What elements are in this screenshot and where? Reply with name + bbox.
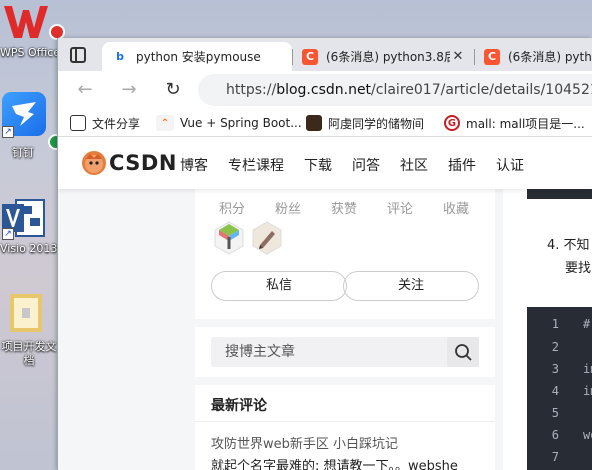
- bookmark-label: 文件分享: [92, 116, 141, 131]
- bookmarks-bar: 文件分享 ⌃ Vue + Spring Boot... 阿虔同学的储物间 G m…: [58, 109, 592, 137]
- tab-title: python 安装pymouse: [136, 50, 261, 64]
- close-icon[interactable]: ✕: [450, 49, 466, 64]
- bookmark-mall[interactable]: G mall: mall项目是一...: [444, 113, 585, 133]
- tab-csdn-1[interactable]: C (6条消息) python3.8后 ✕: [292, 42, 474, 71]
- dingtalk-label: 钉钉: [12, 146, 34, 159]
- line-number: 1: [551, 317, 559, 331]
- comment-text: 就起个名字最难的: 想请教一下。。webshe: [211, 459, 458, 470]
- line-number: 5: [551, 406, 559, 420]
- badge-pen-icon: [252, 221, 282, 255]
- bookmark-storage[interactable]: 阿虔同学的储物间: [306, 113, 424, 133]
- nav-community[interactable]: 社区: [400, 155, 428, 175]
- browser-window: b python 安装pymouse C (6条消息) python3.8后 ✕…: [57, 38, 592, 470]
- stat-fans: 粉丝: [275, 202, 302, 217]
- toolbar: ← → ↻ https://blog.csdn.net/claire017/ar…: [58, 71, 592, 109]
- stat-likes: 获赞: [331, 202, 358, 217]
- csdn-header: CSDN 博客 专栏课程 下载 问答 社区 插件 认证: [58, 137, 592, 189]
- url-path: /claire017/article/details/10452168: [371, 82, 592, 98]
- tab-title: (6条消息) pytho: [508, 50, 592, 64]
- code-line: #: [583, 317, 591, 331]
- avatar-icon: [306, 115, 322, 131]
- article-step-text: 4. 不知: [547, 238, 590, 253]
- recent-comments-card: 最新评论 攻防世界web新手区 小白踩坑记 就起个名字最难的: 想请教一下。。w…: [195, 385, 495, 470]
- code-line: im: [583, 384, 592, 398]
- wps-office-icon[interactable]: [2, 2, 48, 42]
- bookmark-vue-spring[interactable]: ⌃ Vue + Spring Boot...: [156, 113, 302, 133]
- project-docs-label: 项目开发文档: [1, 340, 57, 367]
- url-host: blog.csdn.net: [276, 82, 372, 98]
- stat-favorites: 收藏: [443, 202, 470, 217]
- bookmark-label: 阿虔同学的储物间: [328, 116, 425, 131]
- bookmark-label: mall: mall项目是一...: [466, 116, 585, 131]
- divider: [195, 421, 495, 422]
- code-block-end: [527, 189, 592, 199]
- nav-plugins[interactable]: 插件: [448, 155, 476, 175]
- tab-strip: b python 安装pymouse C (6条消息) python3.8后 ✕…: [58, 38, 592, 71]
- url-scheme: https://: [226, 82, 277, 98]
- nav-certification[interactable]: 认证: [496, 155, 524, 175]
- shortcut-arrow-icon: ↗: [2, 228, 14, 240]
- bookmark-file-share[interactable]: 文件分享: [70, 113, 140, 133]
- csdn-favicon-icon: C: [484, 48, 500, 65]
- gitee-icon: G: [444, 115, 460, 131]
- line-number: 4: [551, 384, 559, 398]
- search-card: [195, 327, 495, 377]
- search-icon: [455, 344, 472, 361]
- sidebar: 积分 粉丝 获赞 评论 收藏 私信 关注 搜博主文章 最新评论 攻防世界web新…: [195, 189, 495, 470]
- file-icon: [70, 115, 86, 131]
- message-button[interactable]: 私信: [211, 271, 347, 301]
- code-block: 1 # 2 3 im 4 im 5 6 wo 7: [527, 307, 592, 470]
- tab-csdn-2[interactable]: C (6条消息) pytho: [474, 42, 592, 71]
- follow-button[interactable]: 关注: [343, 271, 479, 301]
- address-bar[interactable]: https://blog.csdn.net/claire017/article/…: [198, 74, 592, 106]
- bing-icon: b: [116, 50, 124, 63]
- line-number: 7: [551, 450, 559, 464]
- stat-comments: 评论: [387, 202, 414, 217]
- badge-level-icon: [214, 221, 244, 255]
- search-button[interactable]: [447, 337, 479, 367]
- search-box: [211, 337, 479, 367]
- search-input[interactable]: [211, 337, 447, 367]
- csdn-logo-text: CSDN: [109, 151, 177, 175]
- article-step-text-cont: 要找: [565, 261, 592, 276]
- stat-points: 积分: [219, 202, 246, 217]
- csdn-favicon-icon: C: [302, 48, 318, 65]
- line-number: 2: [551, 340, 559, 354]
- code-line: im: [583, 362, 592, 376]
- line-number: 3: [551, 362, 559, 376]
- tab-title: (6条消息) python3.8后: [326, 50, 450, 64]
- forward-arrow-icon[interactable]: →: [118, 79, 140, 101]
- tab-pymouse[interactable]: b python 安装pymouse: [102, 42, 292, 71]
- code-line: wo: [583, 428, 592, 442]
- csdn-mascot-icon: [82, 151, 106, 175]
- bookmark-label: Vue + Spring Boot...: [180, 116, 302, 130]
- folder-icon[interactable]: [8, 292, 44, 334]
- shortcut-arrow-icon: ↗: [2, 126, 14, 138]
- nav-download[interactable]: 下载: [304, 155, 332, 175]
- comment-article-link[interactable]: 攻防世界web新手区 小白踩坑记: [211, 433, 398, 452]
- nav-courses[interactable]: 专栏课程: [228, 155, 284, 175]
- tab-actions-icon[interactable]: [70, 47, 86, 63]
- recent-comments-title: 最新评论: [211, 398, 267, 414]
- orange-logo-icon: ⌃: [156, 115, 174, 131]
- nav-blog[interactable]: 博客: [180, 155, 208, 175]
- visio-label: Visio 2013: [0, 242, 58, 255]
- csdn-logo[interactable]: CSDN: [82, 151, 177, 175]
- nav-qa[interactable]: 问答: [352, 155, 380, 175]
- line-number: 6: [551, 428, 559, 442]
- csdn-page: CSDN 博客 专栏课程 下载 问答 社区 插件 认证 积分 粉丝 获赞 评论 …: [58, 137, 592, 470]
- wps-office-label: WPS Office: [0, 46, 61, 59]
- back-arrow-icon[interactable]: ←: [74, 79, 96, 101]
- reload-icon[interactable]: ↻: [162, 79, 184, 101]
- profile-card: 积分 粉丝 获赞 评论 收藏 私信 关注: [195, 189, 495, 319]
- url-text[interactable]: https://blog.csdn.net/claire017/article/…: [226, 82, 592, 98]
- article-content: 4. 不知 要找 1 # 2 3 im 4 im 5 6 wo 7: [503, 189, 592, 470]
